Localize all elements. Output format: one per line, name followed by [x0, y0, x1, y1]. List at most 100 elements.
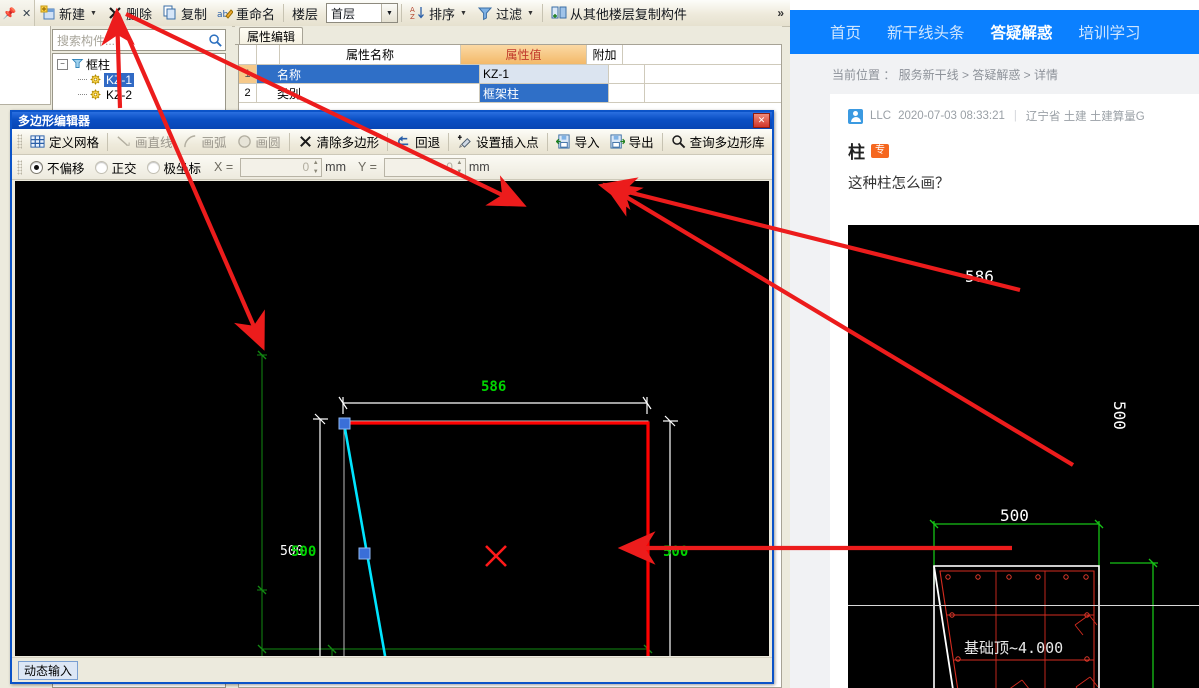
tree-root-label: 框柱: [86, 58, 111, 72]
y-spinner[interactable]: ▲ ▼: [455, 160, 464, 175]
property-value[interactable]: KZ-1: [480, 65, 609, 84]
draw-arc-button[interactable]: 画弧: [178, 131, 232, 153]
copy-from-other-floor-label: 从其他楼层复制构件: [569, 6, 687, 22]
filter-button[interactable]: 过滤 ▼: [472, 2, 539, 24]
page-title: 柱: [848, 143, 865, 162]
define-grid-label: 定义网格: [49, 136, 100, 150]
radio-icon: [30, 160, 43, 174]
nav-item-home[interactable]: 首页: [830, 21, 861, 43]
breadcrumb[interactable]: 当前位置 ： 服务新干线 > 答疑解惑 > 详情: [790, 54, 1199, 94]
clear-polygon-button[interactable]: 清除多边形: [293, 131, 385, 153]
gear-icon: [90, 89, 101, 100]
post-title-row: 柱 专: [830, 124, 1199, 163]
column-icon: [71, 57, 84, 73]
toolbar-overflow-button[interactable]: »: [777, 6, 790, 20]
undo-label: 回退: [415, 136, 441, 150]
dialog-titlebar[interactable]: 多边形编辑器 ✕: [12, 112, 772, 129]
meta-separator: |: [1013, 110, 1017, 122]
set-insert-point-button[interactable]: 设置插入点: [452, 131, 544, 153]
y-label: Y =: [358, 160, 377, 174]
tree-item-kz1[interactable]: KZ-1: [53, 72, 225, 87]
search-component-box[interactable]: 搜索构件...: [52, 29, 226, 51]
chevron-down-icon[interactable]: ▼: [460, 10, 467, 17]
new-button[interactable]: 新建 ▼: [35, 2, 102, 24]
property-extra[interactable]: [609, 65, 645, 84]
draw-circle-button[interactable]: 画圆: [232, 131, 286, 153]
dim-left-label: 500: [291, 544, 317, 560]
insert-point-icon: [457, 134, 473, 150]
dialog-status-bar: 动态输入: [12, 657, 772, 682]
x-input[interactable]: 0 ▲ ▼: [240, 157, 323, 177]
polygon-drawing-canvas[interactable]: 586 500 500 500 500 500 86: [15, 181, 769, 656]
floor-select[interactable]: 首层 ▼: [326, 3, 399, 23]
tree-root-node[interactable]: − 框柱: [53, 57, 225, 72]
chevron-down-icon[interactable]: ▼: [381, 4, 398, 22]
avatar[interactable]: [848, 108, 863, 124]
post-question: 这种柱怎么画？: [848, 176, 950, 192]
line-icon: [116, 134, 132, 150]
tab-property-editor[interactable]: 属性编辑: [239, 27, 304, 45]
rename-button[interactable]: ab 重命名: [212, 2, 280, 24]
radio-orthogonal-label: 正交: [111, 161, 137, 176]
toolbar-separator: [387, 132, 389, 151]
post-attachment-drawing[interactable]: 586 500 500 基础顶~4.000: [848, 225, 1199, 688]
offset-options-bar: 不偏移 正交 极坐标 X = 0 ▲ ▼ mm Y = 0 ▲ ▼ mm: [12, 155, 772, 180]
property-extra[interactable]: [609, 84, 645, 103]
radio-polar[interactable]: 极坐标: [142, 158, 207, 177]
query-polygon-library-button[interactable]: 查询多边形库: [666, 131, 770, 153]
chevron-down-icon[interactable]: ▼: [90, 10, 97, 17]
nav-item-qa[interactable]: 答疑解惑: [991, 21, 1053, 43]
delete-button[interactable]: 删除: [102, 2, 157, 24]
search-input[interactable]: 搜索构件...: [53, 32, 205, 49]
radio-no-offset[interactable]: 不偏移: [25, 158, 90, 177]
col-extra: 附加: [587, 45, 623, 65]
drawing-dim-bottom: 500: [1000, 506, 1029, 525]
query-polygon-library-label: 查询多边形库: [689, 136, 765, 150]
close-icon[interactable]: ✕: [753, 113, 770, 128]
import-button[interactable]: 导入: [551, 131, 605, 153]
tree-item-kz2[interactable]: KZ-2: [53, 87, 225, 102]
undo-button[interactable]: 回退: [391, 131, 445, 153]
x-label: X =: [214, 160, 234, 174]
nav-item-training[interactable]: 培训学习: [1079, 21, 1141, 43]
y-input[interactable]: 0 ▲ ▼: [383, 157, 466, 177]
copy-from-other-floor-button[interactable]: 从其他楼层复制构件: [546, 2, 692, 24]
draw-line-button[interactable]: 画直线: [111, 131, 178, 153]
collapse-icon[interactable]: −: [57, 59, 68, 70]
radio-polar-label: 极坐标: [163, 161, 202, 176]
x-spinner[interactable]: ▲ ▼: [311, 160, 320, 175]
pin-icon[interactable]: 📌: [3, 7, 17, 20]
dynamic-input-button[interactable]: 动态输入: [18, 660, 79, 680]
delete-button-label: 删除: [125, 6, 152, 22]
radio-orthogonal[interactable]: 正交: [90, 158, 142, 177]
radio-icon: [146, 160, 160, 174]
toolbar-separator: [661, 132, 663, 151]
column-section-drawing: [929, 519, 1158, 688]
copy-button[interactable]: 复制: [157, 2, 212, 24]
sort-button[interactable]: AZ 排序 ▼: [405, 2, 472, 24]
grid-icon: [30, 134, 46, 150]
define-grid-button[interactable]: 定义网格: [25, 131, 104, 153]
close-icon[interactable]: ✕: [22, 7, 31, 20]
toolbar-grip[interactable]: [17, 134, 22, 149]
draw-line-label: 画直线: [135, 136, 173, 150]
property-name: 类别: [257, 84, 480, 103]
property-value[interactable]: 框架柱: [480, 84, 609, 103]
nav-item-headlines[interactable]: 新干线头条: [887, 21, 965, 43]
post-author: LLC: [870, 110, 892, 122]
table-row[interactable]: 1 名称 KZ-1: [239, 65, 781, 84]
polygon-editor-dialog: 多边形编辑器 ✕ 定义网格 画直线 画弧 画圆 清除多边形 回退 设置插入点 导…: [10, 110, 774, 684]
filter-button-label: 过滤: [495, 6, 522, 22]
chevron-down-icon[interactable]: ▼: [527, 10, 534, 17]
post-tags[interactable]: 辽宁省 土建 土建算量G: [1026, 108, 1145, 124]
toolbar-grip[interactable]: [17, 159, 22, 175]
export-button[interactable]: 导出: [605, 131, 659, 153]
x-icon: [298, 134, 314, 150]
new-button-label: 新建: [59, 6, 86, 22]
search-icon[interactable]: [205, 31, 225, 49]
toolbar-separator: [401, 4, 403, 22]
toolbar-separator: [283, 4, 284, 22]
arc-icon: [183, 134, 199, 150]
table-row[interactable]: 2 类别 框架柱: [239, 84, 781, 103]
tree-side-rail: [0, 26, 51, 105]
